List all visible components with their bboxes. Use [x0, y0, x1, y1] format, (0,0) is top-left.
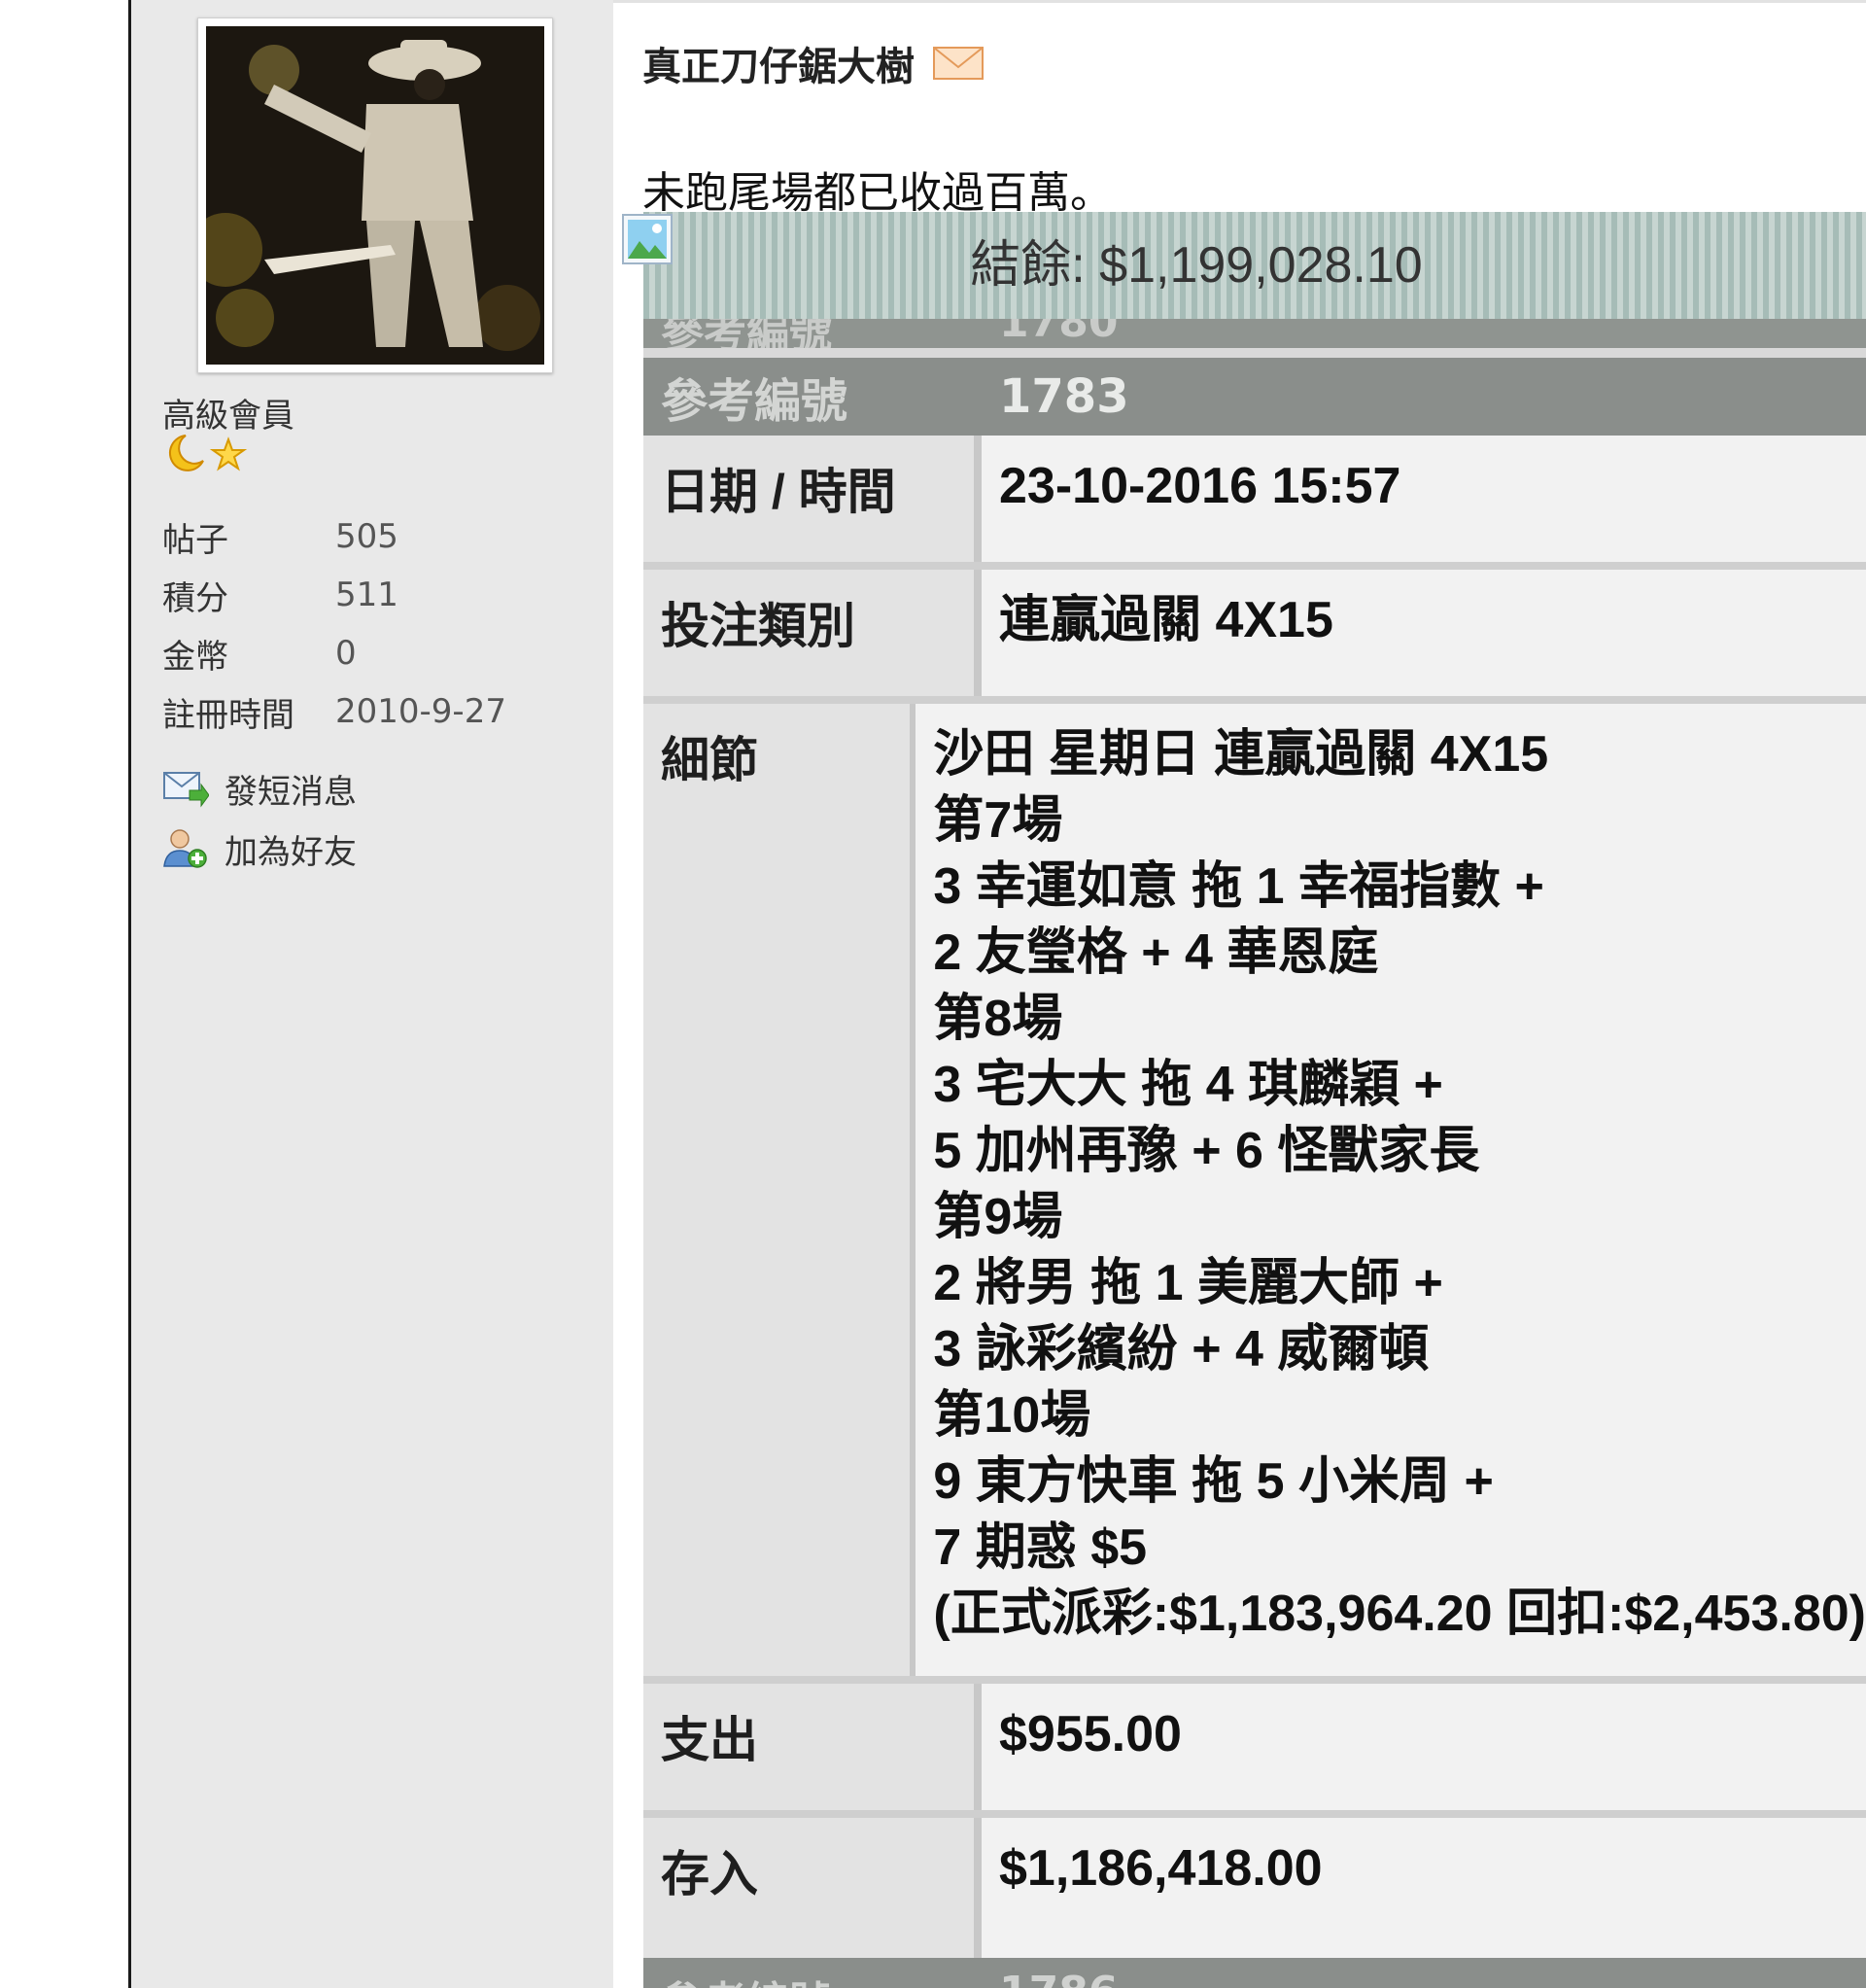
moon-star-icon [168, 435, 248, 471]
deposit-row: 存入 $1,186,418.00 [643, 1818, 1866, 1958]
add-friend-label: 加為好友 [225, 832, 357, 872]
spend-label: 支出 [643, 1684, 974, 1810]
detail-line: 第9場 [933, 1189, 1063, 1245]
post-content: 真正刀仔鋸大樹 未跑尾場都已收過百萬。 結餘: $1,199,028.10 參考… [613, 0, 1866, 1988]
user-rank: 高級會員 [162, 397, 294, 436]
broken-image-icon [622, 214, 673, 264]
stat-value: 0 [335, 634, 357, 673]
top-strip [613, 0, 1866, 3]
bet-type-row: 投注類別 連贏過關 4X15 [643, 570, 1866, 696]
deposit-value: $1,186,418.00 [982, 1818, 1866, 1958]
stat-value: 511 [335, 575, 398, 614]
detail-line: 2 友瑩格 + 4 華恩庭 [933, 924, 1379, 981]
ref-label: 參考編號 [661, 1968, 832, 1988]
details-row: 細節 沙田 星期日 連贏過關 4X15 第7場 3 幸運如意 拖 1 幸福指數 … [643, 704, 1866, 1676]
user-actions: 發短消息 加為好友 [162, 758, 357, 879]
date-row: 日期 / 時間 23-10-2016 15:57 [643, 436, 1866, 562]
deposit-label: 存入 [643, 1818, 974, 1958]
date-label: 日期 / 時間 [643, 436, 974, 562]
post-author[interactable]: 真正刀仔鋸大樹 [642, 35, 985, 91]
detail-line: 5 加州再豫 + 6 怪獸家長 [933, 1123, 1480, 1179]
send-message-label: 發短消息 [225, 772, 357, 812]
betting-record-screenshot: 結餘: $1,199,028.10 參考編號 1780 參考編號 1783 日期… [643, 212, 1866, 1988]
rank-icons [162, 432, 250, 474]
add-friend-button[interactable]: 加為好友 [162, 819, 357, 879]
stat-label: 註冊時間 [162, 695, 294, 735]
detail-line: 2 將男 拖 1 美麗大師 + [933, 1255, 1443, 1311]
email-icon[interactable] [932, 44, 985, 83]
stat-registered: 註冊時間 2010-9-27 [162, 682, 506, 741]
detail-line: 第8場 [933, 991, 1063, 1047]
stat-coins: 金幣 0 [162, 624, 506, 682]
detail-line: 3 幸運如意 拖 1 幸福指數 + [933, 858, 1544, 915]
date-value: 23-10-2016 15:57 [982, 436, 1866, 562]
reference-row: 參考編號 1783 [643, 358, 1866, 436]
user-stats: 帖子 505 積分 511 金幣 0 註冊時間 2010-9-27 [162, 507, 506, 741]
detail-line: 7 期惑 $5 [933, 1519, 1148, 1576]
stat-value: 505 [335, 517, 398, 556]
ref-label: 參考編號 [661, 374, 848, 429]
avatar[interactable] [197, 17, 553, 373]
add-friend-icon [163, 829, 207, 868]
post-message: 未跑尾場都已收過百萬。 [642, 168, 1113, 218]
author-name[interactable]: 真正刀仔鋸大樹 [642, 35, 915, 91]
stat-label: 帖子 [162, 520, 228, 560]
ref-value: 1786 [999, 1968, 1118, 1988]
detail-line: 9 東方快車 拖 5 小米周 + [933, 1453, 1494, 1510]
avatar-image [206, 26, 544, 365]
details-label: 細節 [643, 704, 911, 1676]
previous-ref-row: 參考編號 1780 [643, 319, 1866, 358]
stat-label: 積分 [162, 578, 228, 618]
detail-line: 第7場 [933, 792, 1063, 849]
bet-type-label: 投注類別 [643, 570, 974, 696]
detail-line: 3 詠彩繽紛 + 4 威爾頓 [933, 1321, 1430, 1378]
detail-line: 第10場 [933, 1387, 1091, 1444]
user-sidebar: 高級會員 帖子 505 積分 511 金幣 0 註冊時間 2010-9-27 發… [131, 0, 613, 1988]
detail-line: 3 宅大大 拖 4 琪麟穎 + [933, 1057, 1443, 1113]
detail-line: 沙田 星期日 連贏過關 4X15 [933, 726, 1549, 783]
detail-line: (正式派彩:$1,183,964.20 回扣:$2,453.80) [933, 1586, 1866, 1642]
stat-points: 積分 511 [162, 566, 506, 624]
send-message-button[interactable]: 發短消息 [162, 758, 357, 819]
stat-value: 2010-9-27 [335, 692, 506, 731]
spend-value: $955.00 [982, 1684, 1866, 1810]
details-value: 沙田 星期日 連贏過關 4X15 第7場 3 幸運如意 拖 1 幸福指數 + 2… [916, 704, 1866, 1676]
ref-value: 1783 [999, 369, 1129, 424]
balance-text: 結餘: $1,199,028.10 [970, 237, 1423, 294]
spend-row: 支出 $955.00 [643, 1684, 1866, 1810]
ref-value: 1780 [999, 319, 1119, 347]
stat-label: 金幣 [162, 637, 228, 677]
bet-type-value: 連贏過關 4X15 [982, 570, 1866, 696]
send-message-icon [163, 772, 209, 808]
stat-posts: 帖子 505 [162, 507, 506, 566]
next-ref-row: 參考編號 1786 [643, 1958, 1866, 1988]
